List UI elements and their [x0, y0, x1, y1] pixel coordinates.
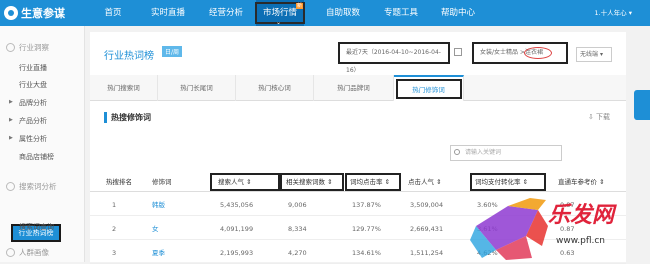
- chevron-down-icon: ⌄: [276, 19, 282, 26]
- caret-right-icon: ▶: [9, 99, 13, 105]
- nav-help[interactable]: 帮助中心: [433, 0, 483, 26]
- header-highlight: [210, 173, 280, 191]
- device-select[interactable]: 无线端 ▾: [576, 47, 612, 62]
- sidebar-section-search: 搜索词分析: [6, 181, 57, 192]
- search-icon: [454, 149, 460, 155]
- logo[interactable]: 生意参谋: [4, 4, 65, 22]
- keyword-search-input[interactable]: 请输入关键词: [450, 145, 562, 161]
- nav-home[interactable]: 首页: [98, 0, 128, 26]
- eye-icon: [6, 43, 15, 52]
- tab-core[interactable]: 热门核心词: [236, 75, 314, 101]
- header-highlight: [280, 173, 344, 191]
- sidebar-item-word-query[interactable]: 搜索词查询: [19, 222, 54, 232]
- page-title: 行业热词榜: [104, 51, 154, 62]
- tab-long-tail[interactable]: 热门长尾词: [158, 75, 236, 101]
- watermark-url: www.pfl.cn: [556, 236, 606, 246]
- search-icon: [6, 182, 15, 191]
- watermark-text: 乐发网: [548, 203, 615, 228]
- nav-live[interactable]: 实时直播: [143, 0, 193, 26]
- person-icon: [6, 248, 15, 257]
- nav-self-data[interactable]: 自助取数: [318, 0, 368, 26]
- feedback-float-button[interactable]: [634, 90, 650, 120]
- tab-brand[interactable]: 热门品牌词: [314, 75, 394, 101]
- chevron-down-icon: ▾: [599, 51, 603, 58]
- sidebar-item-product[interactable]: 产品分析: [19, 116, 47, 126]
- sidebar-item-shop-rank[interactable]: 商品店铺榜: [19, 152, 54, 162]
- sort-icon: ⇕: [436, 178, 442, 186]
- sidebar-item-industry-live[interactable]: 行业直播: [19, 63, 47, 73]
- nav-operation[interactable]: 经营分析: [201, 0, 251, 26]
- header-highlight: [470, 173, 546, 191]
- tab-modifier-highlight: [396, 79, 462, 99]
- col-ad-price[interactable]: 直通车参考价 ⇕: [558, 172, 605, 192]
- new-badge: 新: [296, 3, 304, 9]
- section-title: 热搜修饰词: [104, 112, 151, 123]
- sidebar: 行业洞察 行业直播 行业大盘 ▶ 品牌分析 ▶ 产品分析 ▶ 属性分析 商品店铺…: [0, 26, 85, 262]
- nav-tools[interactable]: 专题工具: [376, 0, 426, 26]
- tab-bar: 热门搜索词 热门长尾词 热门核心词 热门品牌词 热门修饰词: [90, 75, 626, 101]
- period-tag[interactable]: 日/周: [162, 46, 183, 57]
- col-click-popularity[interactable]: 点击人气 ⇕: [408, 172, 442, 192]
- tab-hot-search[interactable]: 热门搜索词: [90, 75, 158, 101]
- col-rank[interactable]: 热搜排名: [106, 172, 132, 192]
- category-circle-highlight: [524, 47, 552, 59]
- sidebar-section-industry: 行业洞察: [6, 42, 49, 53]
- top-nav: 生意参谋 首页 实时直播 经营分析 市场行情 新 ⌄ 自助取数 专题工具 帮助中…: [0, 0, 650, 26]
- caret-right-icon: ▶: [9, 117, 13, 123]
- sort-icon: ⇕: [599, 178, 605, 186]
- category-selector[interactable]: 女装/女士精品 >连衣裙: [472, 42, 568, 64]
- caret-right-icon: ▶: [9, 135, 13, 141]
- date-range-picker[interactable]: 最近7天（2016-04-10~2016-04-16）: [338, 42, 450, 74]
- sidebar-section-crowd: 人群画像: [6, 247, 49, 258]
- calendar-icon[interactable]: [454, 48, 462, 56]
- user-name: 1.十人年心: [594, 9, 627, 17]
- download-button[interactable]: ⇩ 下载: [588, 112, 610, 122]
- header-highlight: [345, 173, 401, 191]
- chevron-down-icon: ▾: [628, 9, 632, 17]
- sidebar-item-industry-overview[interactable]: 行业大盘: [19, 80, 47, 90]
- sidebar-item-brand[interactable]: 品牌分析: [19, 98, 47, 108]
- download-icon: ⇩: [587, 113, 594, 121]
- col-word: 修饰词: [152, 178, 172, 186]
- user-menu[interactable]: 1.十人年心 ▾: [594, 0, 632, 26]
- sidebar-item-attribute[interactable]: 属性分析: [19, 134, 47, 144]
- logo-icon: [4, 6, 18, 20]
